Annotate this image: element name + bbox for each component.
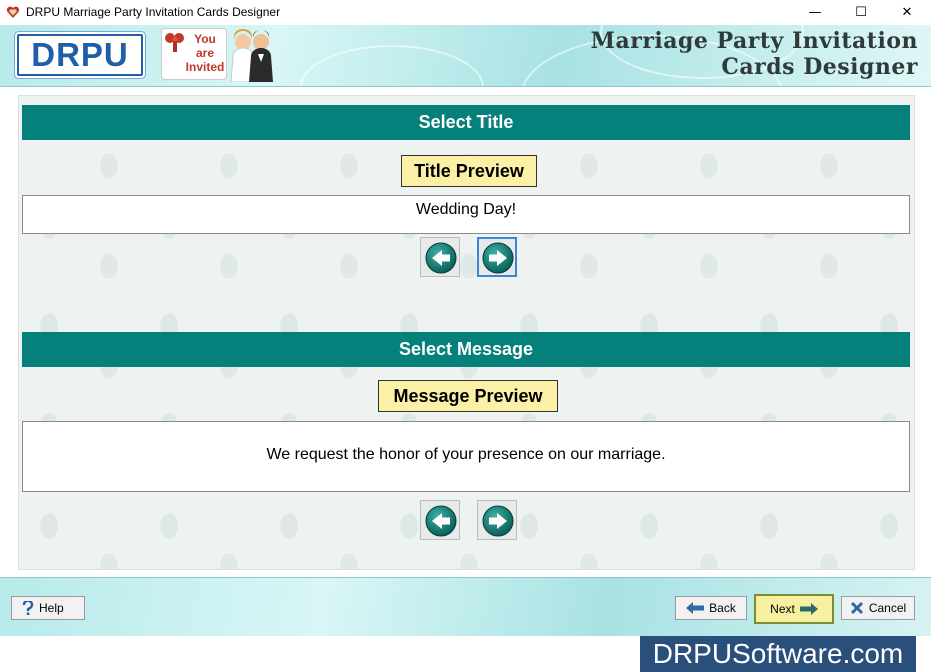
footer-bar: Help Back Next Cancel xyxy=(0,577,931,636)
maximize-button[interactable]: ☐ xyxy=(838,0,884,25)
arrow-left-icon xyxy=(425,505,457,537)
select-message-header: Select Message xyxy=(22,332,910,367)
arrow-right-icon xyxy=(482,505,514,537)
app-heading: Marriage Party Invitation Cards Designer xyxy=(591,28,918,80)
help-question-icon xyxy=(22,601,34,615)
title-previous-button[interactable] xyxy=(420,237,460,277)
invite-line-3: Invited xyxy=(185,60,225,74)
decor-swirl xyxy=(300,45,484,86)
invite-line-1: You xyxy=(194,32,216,46)
cancel-label: Cancel xyxy=(868,601,907,615)
cancel-button[interactable]: Cancel xyxy=(841,596,915,620)
logo-text: DRPU xyxy=(31,36,129,73)
message-preview-label: Message Preview xyxy=(378,380,558,412)
window-title: DRPU Marriage Party Invitation Cards Des… xyxy=(26,5,281,19)
back-label: Back xyxy=(709,601,736,615)
wedding-couple-icon xyxy=(230,29,273,82)
arrow-right-icon xyxy=(799,603,818,615)
title-bar: DRPU Marriage Party Invitation Cards Des… xyxy=(0,0,931,25)
title-preview-box: Wedding Day! xyxy=(22,195,910,234)
help-label: Help xyxy=(39,601,64,615)
title-preview-label: Title Preview xyxy=(401,155,537,187)
app-heading-line-1: Marriage Party Invitation xyxy=(590,28,918,54)
message-preview-text: We request the honor of your presence on… xyxy=(266,446,666,463)
title-next-button[interactable] xyxy=(477,237,517,277)
header-banner: DRPU You are Invited Marriage Party Invi… xyxy=(0,25,931,87)
next-button[interactable]: Next xyxy=(754,594,834,624)
invite-card: You are Invited xyxy=(161,28,227,80)
app-heading-line-2: Cards Designer xyxy=(721,54,918,80)
message-previous-button[interactable] xyxy=(420,500,460,540)
drpu-software-watermark: DRPUSoftware.com xyxy=(640,636,916,672)
invite-line-2: are xyxy=(195,46,215,60)
back-button[interactable]: Back xyxy=(675,596,747,620)
app-heart-icon xyxy=(6,6,20,18)
gift-bow-icon xyxy=(165,33,184,52)
message-preview-box: We request the honor of your presence on… xyxy=(22,421,910,492)
drpu-logo: DRPU xyxy=(17,34,143,76)
minimize-button[interactable]: — xyxy=(792,0,838,25)
next-label: Next xyxy=(770,602,795,616)
arrow-right-icon xyxy=(482,242,514,274)
invite-text: You are Invited xyxy=(184,32,226,74)
select-title-header: Select Title xyxy=(22,105,910,140)
close-button[interactable]: ✕ xyxy=(884,0,930,25)
invitation-graphic: You are Invited xyxy=(161,28,281,82)
arrow-left-icon xyxy=(425,242,457,274)
cancel-x-icon xyxy=(850,601,863,615)
message-next-button[interactable] xyxy=(477,500,517,540)
title-preview-text: Wedding Day! xyxy=(415,201,517,218)
arrow-left-icon xyxy=(686,602,705,614)
help-button[interactable]: Help xyxy=(11,596,85,620)
